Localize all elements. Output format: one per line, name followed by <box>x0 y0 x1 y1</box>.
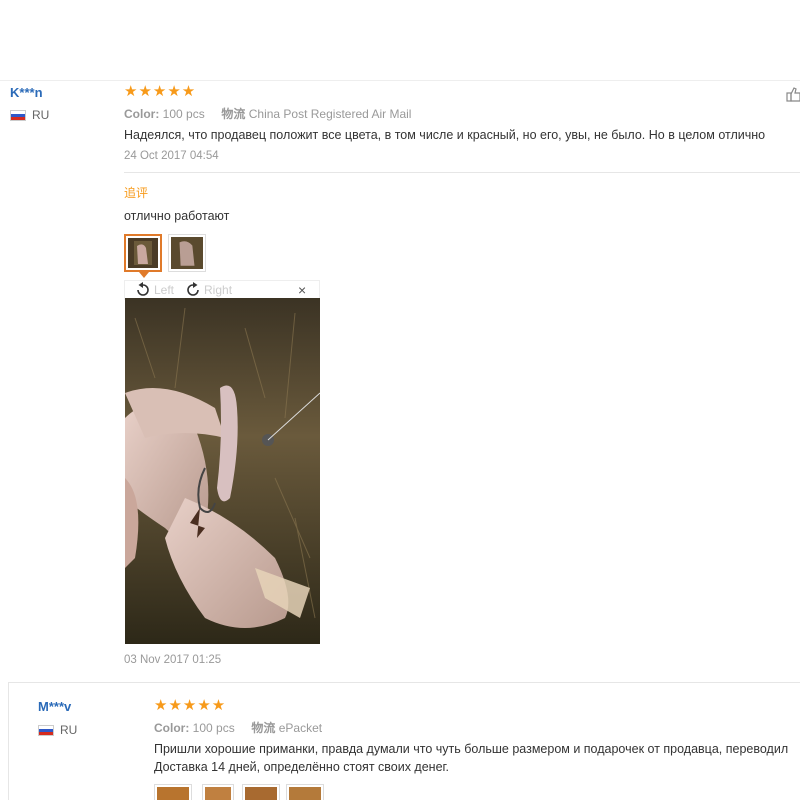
reviewer-name[interactable]: M***v <box>38 699 71 714</box>
review-photo-thumb-2[interactable] <box>202 784 234 800</box>
review-text-line-2: Доставка 14 дней, определённо стоят свои… <box>154 760 450 774</box>
review-photo-thumb-1[interactable] <box>154 784 192 800</box>
rotate-left-icon <box>137 282 149 296</box>
reviewer-country: RU <box>38 723 77 737</box>
rotate-right-label: Right <box>204 283 233 297</box>
shipping-label: 物流 <box>221 107 246 121</box>
order-info: Color: 100 pcs 物流 ePacket <box>154 719 322 736</box>
followup-divider <box>124 172 800 173</box>
shipping-label: 物流 <box>251 721 276 735</box>
rotate-left-button[interactable]: Left <box>134 281 174 299</box>
country-code: RU <box>32 108 50 122</box>
shipping-value: China Post Registered Air Mail <box>248 107 412 121</box>
rotate-left-label: Left <box>154 283 175 297</box>
review-photo-thumb-2[interactable] <box>168 234 206 272</box>
close-viewer-button[interactable]: × <box>298 282 306 298</box>
thumb-pointer <box>139 272 149 278</box>
russia-flag-icon <box>10 109 26 121</box>
review-photo-thumb-4[interactable] <box>286 784 324 800</box>
color-value: 100 pcs <box>192 721 235 735</box>
followup-text: отлично работают <box>124 209 230 223</box>
review-left-border <box>8 682 9 800</box>
color-label: Color: <box>154 721 190 735</box>
top-divider <box>0 80 800 81</box>
color-label: Color: <box>124 107 160 121</box>
review-text-line-1: Пришли хорошие приманки, правда думали ч… <box>154 742 789 756</box>
russia-flag-icon <box>38 724 54 736</box>
rating-stars: ★★★★★ <box>154 697 227 714</box>
review-text: Надеялся, что продавец положит все цвета… <box>124 128 766 142</box>
rotate-right-button[interactable]: Right <box>184 281 232 299</box>
followup-label: 追评 <box>124 186 149 200</box>
shipping-value: ePacket <box>278 721 323 735</box>
rotate-right-icon <box>187 282 199 296</box>
order-info: Color: 100 pcs 物流 China Post Registered … <box>124 105 411 122</box>
reviewer-country: RU <box>10 108 49 122</box>
helpful-thumb-icon[interactable] <box>786 86 800 102</box>
reviewer-name[interactable]: K***n <box>10 85 43 100</box>
rating-stars: ★★★★★ <box>124 83 197 100</box>
review-photo-thumb-1[interactable] <box>124 234 162 272</box>
country-code: RU <box>60 723 78 737</box>
color-value: 100 pcs <box>162 107 205 121</box>
review-divider <box>8 682 800 683</box>
review-date: 24 Oct 2017 04:54 <box>124 150 219 162</box>
review-photo-large <box>125 298 320 644</box>
photo-viewer-toolbar: Left Right <box>134 280 320 300</box>
review-photo-thumb-3[interactable] <box>242 784 280 800</box>
followup-date: 03 Nov 2017 01:25 <box>124 654 222 666</box>
